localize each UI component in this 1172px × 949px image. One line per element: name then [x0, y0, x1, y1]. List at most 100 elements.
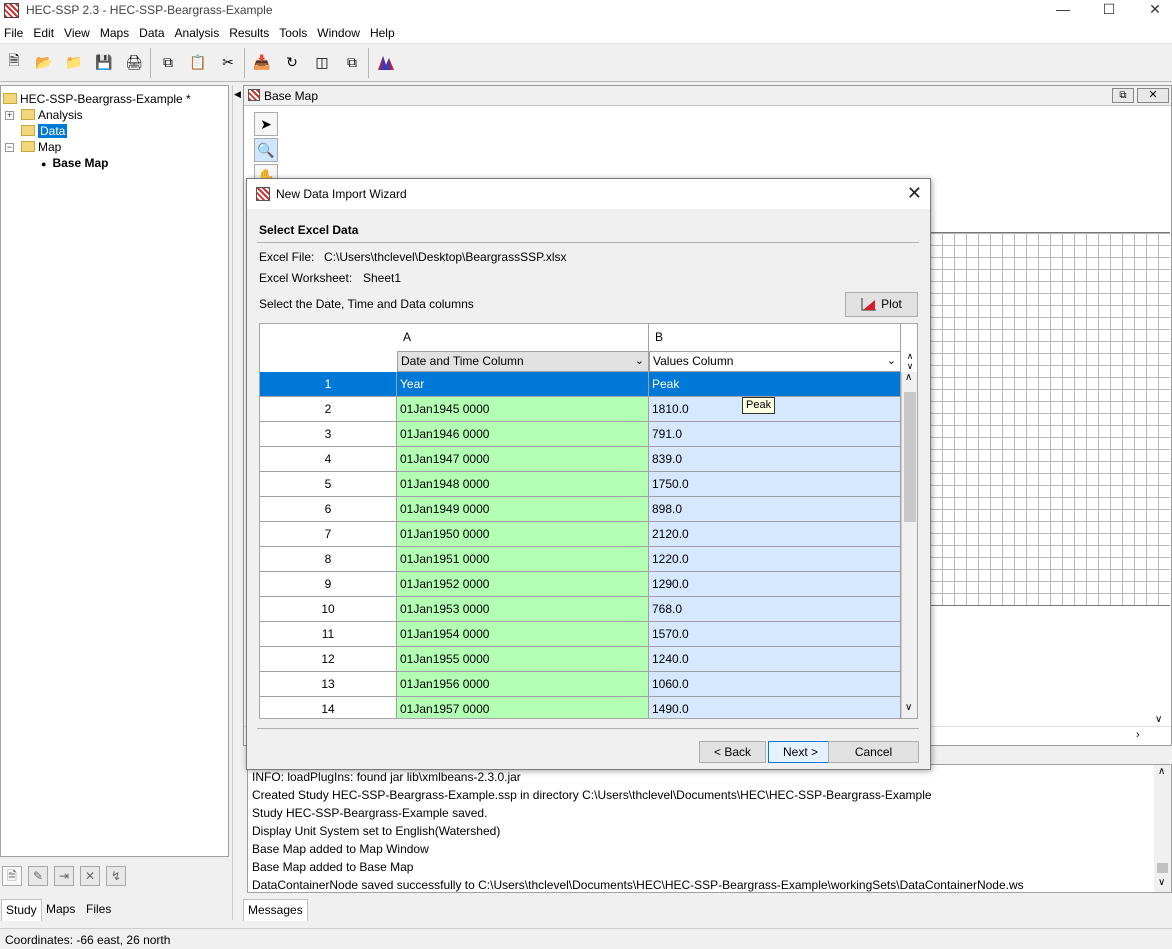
scroll-up-icon[interactable]: ∧: [1158, 766, 1165, 777]
expand-icon[interactable]: +: [5, 111, 14, 120]
value-cell[interactable]: 1570.0: [649, 622, 901, 647]
print-icon[interactable]: 🖨: [124, 52, 144, 72]
map-canvas[interactable]: [930, 232, 1170, 606]
table-row[interactable]: 6 01Jan1949 0000 898.0: [260, 497, 901, 522]
value-cell[interactable]: 791.0: [649, 422, 901, 447]
tree-item-data[interactable]: Data: [21, 123, 68, 139]
date-time-cell[interactable]: 01Jan1951 0000: [397, 547, 649, 572]
next-button[interactable]: Next >: [768, 741, 833, 763]
date-time-cell[interactable]: 01Jan1957 0000: [397, 697, 649, 718]
collapse-arrow-icon[interactable]: ◀: [234, 89, 241, 100]
date-time-cell[interactable]: 01Jan1952 0000: [397, 572, 649, 597]
dialog-close-icon[interactable]: ✕: [907, 183, 922, 204]
collapse-icon[interactable]: −: [5, 143, 14, 152]
maximize-button[interactable]: ☐: [1086, 0, 1132, 22]
new-study-icon[interactable]: 🗎: [4, 52, 24, 72]
restore-icon[interactable]: ⧉: [1112, 88, 1134, 103]
close-button[interactable]: ✕: [1132, 0, 1172, 22]
scroll-up-icon[interactable]: ∧: [905, 372, 912, 383]
tile-windows-icon[interactable]: ◫: [312, 52, 332, 72]
map-vertical-scrollbar[interactable]: ∨: [1150, 106, 1170, 727]
tab-maps[interactable]: Maps: [42, 899, 79, 921]
cut-icon[interactable]: ✂: [218, 52, 238, 72]
date-time-cell[interactable]: 01Jan1954 0000: [397, 622, 649, 647]
date-time-cell[interactable]: 01Jan1948 0000: [397, 472, 649, 497]
value-cell[interactable]: 898.0: [649, 497, 901, 522]
date-time-cell[interactable]: 01Jan1945 0000: [397, 397, 649, 422]
scroll-thumb[interactable]: [1157, 863, 1168, 873]
back-button[interactable]: < Back: [699, 741, 766, 763]
header-spinner[interactable]: ∧ ∨: [903, 351, 917, 372]
date-time-cell[interactable]: 01Jan1950 0000: [397, 522, 649, 547]
date-time-cell[interactable]: 01Jan1949 0000: [397, 497, 649, 522]
tree-root[interactable]: HEC-SSP-Beargrass-Example *: [3, 91, 191, 107]
table-row[interactable]: 1 Year Peak: [260, 372, 901, 397]
tree-item-analysis[interactable]: Analysis: [21, 107, 83, 123]
scroll-down-icon[interactable]: ∨: [1158, 877, 1165, 888]
tree-item-base-map[interactable]: ● Base Map: [41, 155, 108, 171]
value-cell[interactable]: 1060.0: [649, 672, 901, 697]
date-time-cell[interactable]: 01Jan1953 0000: [397, 597, 649, 622]
value-cell[interactable]: Peak: [649, 372, 901, 397]
table-row[interactable]: 13 01Jan1956 0000 1060.0: [260, 672, 901, 697]
copy-icon[interactable]: ⧉: [158, 52, 178, 72]
column-b-type-select[interactable]: Values Column ⌄: [649, 351, 901, 372]
date-time-cell[interactable]: 01Jan1947 0000: [397, 447, 649, 472]
table-row[interactable]: 2 01Jan1945 0000 1810.0: [260, 397, 901, 422]
compute-icon[interactable]: ↻: [282, 52, 302, 72]
cancel-button[interactable]: Cancel: [828, 741, 919, 763]
messages-scrollbar[interactable]: ∧ ∨: [1154, 765, 1171, 892]
column-a-type-select[interactable]: Date and Time Column ⌄: [397, 351, 649, 372]
tab-messages[interactable]: Messages: [243, 899, 308, 921]
menu-edit[interactable]: Edit: [29, 22, 60, 44]
menu-view[interactable]: View: [60, 22, 96, 44]
value-cell[interactable]: 768.0: [649, 597, 901, 622]
value-cell[interactable]: 1750.0: [649, 472, 901, 497]
menu-analysis[interactable]: Analysis: [171, 22, 226, 44]
scroll-down-icon[interactable]: ∨: [1155, 714, 1162, 725]
open-recent-icon[interactable]: 📁: [64, 52, 84, 72]
table-row[interactable]: 4 01Jan1947 0000 839.0: [260, 447, 901, 472]
menu-results[interactable]: Results: [225, 22, 275, 44]
table-row[interactable]: 10 01Jan1953 0000 768.0: [260, 597, 901, 622]
menu-data[interactable]: Data: [135, 22, 170, 44]
value-cell[interactable]: 1240.0: [649, 647, 901, 672]
plot-chart-icon[interactable]: [376, 52, 396, 72]
panel-splitter[interactable]: ◀: [232, 85, 241, 920]
map-close-icon[interactable]: ✕: [1137, 88, 1169, 103]
table-row[interactable]: 3 01Jan1946 0000 791.0: [260, 422, 901, 447]
open-folder-icon[interactable]: 📂: [34, 52, 54, 72]
value-cell[interactable]: 1290.0: [649, 572, 901, 597]
scroll-down-icon[interactable]: ∨: [905, 702, 912, 713]
value-cell[interactable]: 1220.0: [649, 547, 901, 572]
tab-study[interactable]: Study: [1, 899, 42, 921]
menu-window[interactable]: Window: [313, 22, 366, 44]
date-time-cell[interactable]: 01Jan1956 0000: [397, 672, 649, 697]
move-item-icon[interactable]: ⇥: [54, 866, 74, 886]
import-data-icon[interactable]: 📥: [252, 52, 272, 72]
date-time-cell[interactable]: 01Jan1946 0000: [397, 422, 649, 447]
select-pointer-icon[interactable]: ➤: [254, 112, 278, 136]
new-item-icon[interactable]: 🗎: [2, 866, 22, 886]
table-row[interactable]: 8 01Jan1951 0000 1220.0: [260, 547, 901, 572]
delete-item-icon[interactable]: ✕: [80, 866, 100, 886]
table-row[interactable]: 7 01Jan1950 0000 2120.0: [260, 522, 901, 547]
minimize-button[interactable]: —: [1040, 0, 1086, 22]
cascade-windows-icon[interactable]: ⧉: [342, 52, 362, 72]
plot-button[interactable]: Plot: [845, 292, 918, 317]
value-cell[interactable]: 1490.0: [649, 697, 901, 718]
menu-tools[interactable]: Tools: [275, 22, 313, 44]
scroll-thumb[interactable]: [904, 392, 916, 522]
value-cell[interactable]: 839.0: [649, 447, 901, 472]
run-item-icon[interactable]: ↯: [106, 866, 126, 886]
menu-maps[interactable]: Maps: [96, 22, 135, 44]
tree-item-map[interactable]: Map: [21, 139, 61, 155]
edit-item-icon[interactable]: ✎: [28, 866, 48, 886]
table-row[interactable]: 5 01Jan1948 0000 1750.0: [260, 472, 901, 497]
menu-help[interactable]: Help: [366, 22, 401, 44]
table-row[interactable]: 14 01Jan1957 0000 1490.0: [260, 697, 901, 718]
table-row[interactable]: 9 01Jan1952 0000 1290.0: [260, 572, 901, 597]
scroll-right-icon[interactable]: ›: [1136, 729, 1140, 741]
menu-file[interactable]: File: [0, 22, 29, 44]
value-cell[interactable]: 2120.0: [649, 522, 901, 547]
